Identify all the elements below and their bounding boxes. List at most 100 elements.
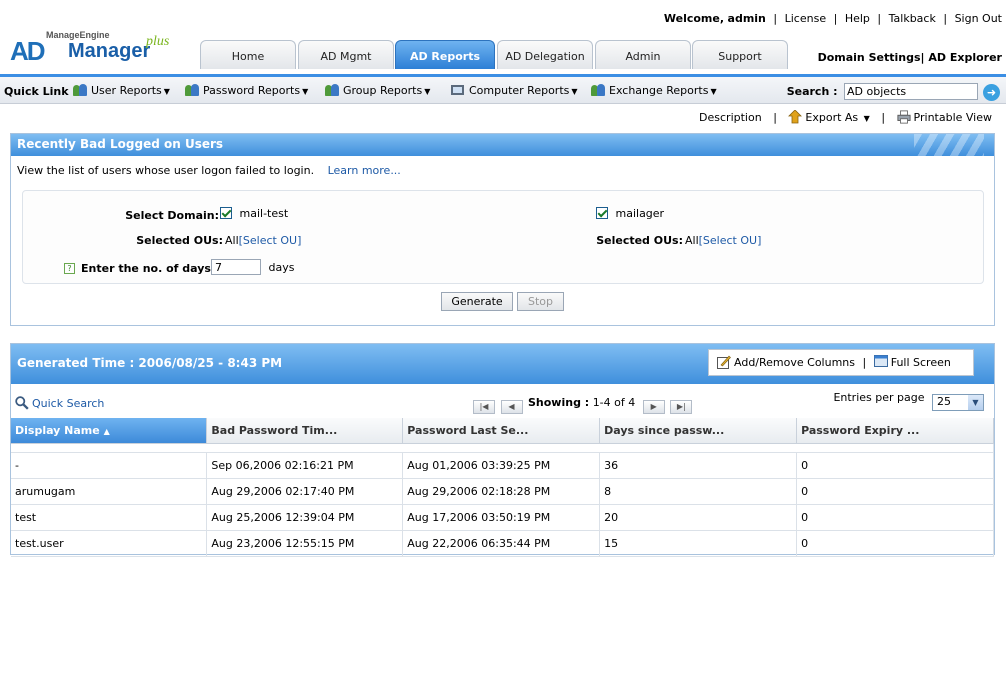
results-title-bar: Generated Time : 2006/08/25 - 8:43 PM Ad… (11, 344, 994, 384)
generate-button[interactable]: Generate (441, 292, 513, 311)
quick-link-label: Quick Link : (4, 85, 77, 98)
selected-ous-value: All[Select OU] (225, 234, 302, 247)
ad-explorer-link[interactable]: AD Explorer (928, 51, 1002, 64)
selected-ous-label: Selected OUs: (136, 234, 223, 247)
dropdown-arrow-icon: ▼ (163, 87, 170, 96)
tab-support[interactable]: Support (692, 40, 788, 69)
last-page-icon[interactable]: ▶| (670, 400, 693, 414)
table-row[interactable]: test.user Aug 23,2006 12:55:15 PM Aug 22… (11, 530, 994, 557)
tab-ad-mgmt[interactable]: AD Mgmt (298, 40, 394, 69)
dropdown-arrow-icon: ▼ (863, 114, 870, 123)
domain-option-mailager[interactable]: mailager (596, 207, 664, 220)
quick-search-link[interactable]: Quick Search (15, 396, 104, 410)
dropdown-arrow-icon: ▼ (710, 87, 717, 96)
results-toolbar: Quick Search |◀ ◀ Showing : 1-4 of 4 ▶ ▶… (11, 386, 994, 418)
full-screen-icon (873, 355, 888, 367)
chevron-down-icon: ▼ (968, 395, 983, 410)
column-tools: Add/Remove Columns | Full Screen (708, 349, 974, 376)
search-input[interactable] (844, 83, 978, 100)
printable-view-link[interactable]: Printable View (896, 110, 992, 124)
quick-link-user-reports[interactable]: User Reports ▼ (72, 83, 170, 101)
search-box: Search : (787, 83, 978, 100)
domain-settings-link[interactable]: Domain Settings (818, 51, 921, 64)
column-display-name[interactable]: Display Name ▲ (11, 418, 208, 444)
column-password-expiry[interactable]: Password Expiry ... (796, 418, 994, 444)
prev-page-icon[interactable]: ◀ (500, 400, 523, 414)
talkback-link[interactable]: Talkback (889, 12, 936, 25)
generated-time: Generated Time : 2006/08/25 - 8:43 PM (17, 356, 283, 370)
description-link[interactable]: Description (699, 111, 762, 124)
admanager-logo[interactable]: ManageEngine AD Manager plus (10, 30, 190, 70)
search-go-icon[interactable]: ➜ (983, 84, 1000, 101)
quick-link-exchange-reports[interactable]: Exchange Reports ▼ (590, 83, 717, 101)
entries-select[interactable]: 25 ▼ (932, 394, 984, 411)
next-page-icon[interactable]: ▶ (642, 400, 665, 414)
showing-range: 1-4 of 4 (592, 396, 636, 409)
select-ou-link[interactable]: [Select OU] (699, 234, 762, 247)
printer-icon (896, 110, 911, 124)
column-password-last-set[interactable]: Password Last Se... (402, 418, 601, 444)
pagination: |◀ ◀ Showing : 1-4 of 4 ▶ ▶| (473, 396, 694, 414)
selected-ous-value: All[Select OU] (685, 234, 762, 247)
tab-home[interactable]: Home (200, 40, 296, 69)
column-bad-password-time[interactable]: Bad Password Tim... (206, 418, 404, 444)
entries-label: Entries per page (833, 391, 925, 404)
domain-option-mail-test[interactable]: mail-test (220, 207, 288, 220)
quick-link-computer-reports[interactable]: Computer Reports ▼ (450, 83, 578, 101)
exchange-icon (590, 83, 606, 97)
computer-icon (450, 83, 466, 97)
product-manager: Manager (68, 40, 151, 62)
report-description: View the list of users whose user logon … (17, 164, 401, 177)
edit-columns-icon (717, 355, 731, 369)
tab-ad-delegation[interactable]: AD Delegation (497, 40, 593, 69)
full-screen-button[interactable]: Full Screen (873, 355, 951, 369)
select-domain-label: Select Domain: (125, 209, 219, 222)
report-actions: Description | Export As ▼ | Printable Vi… (699, 110, 992, 124)
entries-per-page: Entries per page 25 ▼ (833, 391, 984, 411)
license-link[interactable]: License (785, 12, 826, 25)
quick-link-password-reports[interactable]: Password Reports ▼ (184, 83, 308, 101)
product-plus: plus (146, 34, 170, 49)
search-label: Search : (786, 85, 838, 98)
tab-ad-reports[interactable]: AD Reports (395, 40, 495, 69)
days-unit: days (268, 260, 295, 274)
product-ad: AD (10, 36, 46, 66)
app-header: ManageEngine AD Manager plus Welcome, ad… (0, 0, 1006, 74)
days-label: Enter the no. of days : (81, 262, 220, 275)
learn-more-link[interactable]: Learn more... (328, 164, 401, 177)
quick-link-bar: Quick Link : User Reports ▼ Password Repo… (0, 74, 1006, 104)
tab-admin[interactable]: Admin (595, 40, 691, 69)
quick-link-group-reports[interactable]: Group Reports ▼ (324, 83, 430, 101)
domain-checkbox[interactable] (596, 207, 608, 219)
vendor-name: ManageEngine (46, 30, 110, 40)
report-criteria-panel: Recently Bad Logged on Users View the li… (10, 133, 995, 326)
welcome-text: Welcome, (663, 12, 725, 25)
magnifier-icon (15, 396, 29, 410)
domain-checkbox[interactable] (220, 207, 232, 219)
column-days-since-password[interactable]: Days since passw... (599, 418, 798, 444)
sort-asc-icon: ▲ (103, 426, 110, 436)
sign-out-link[interactable]: Sign Out (955, 12, 1002, 25)
password-users-icon (184, 83, 200, 97)
table-row[interactable]: - Sep 06,2006 02:16:21 PM Aug 01,2006 03… (11, 452, 994, 479)
showing-label: Showing : (528, 396, 590, 409)
users-icon (72, 83, 88, 97)
dropdown-arrow-icon: ▼ (571, 87, 578, 96)
criteria-form: Select Domain: mail-test mailager Select… (22, 190, 984, 284)
help-link[interactable]: Help (845, 12, 870, 25)
export-as-menu[interactable]: Export As ▼ (788, 110, 873, 124)
days-help-icon[interactable]: ? (64, 261, 75, 274)
dropdown-arrow-icon: ▼ (302, 87, 309, 96)
table-row[interactable]: arumugam Aug 29,2006 02:17:40 PM Aug 29,… (11, 478, 994, 505)
days-input[interactable] (211, 259, 261, 275)
group-icon (324, 83, 340, 97)
table-row[interactable]: test Aug 25,2006 12:39:04 PM Aug 17,2006… (11, 504, 994, 531)
export-arrow-icon (788, 110, 803, 124)
select-ou-link[interactable]: [Select OU] (239, 234, 302, 247)
dropdown-arrow-icon: ▼ (424, 87, 431, 96)
add-remove-columns-button[interactable]: Add/Remove Columns (717, 355, 859, 369)
first-page-icon[interactable]: |◀ (473, 400, 495, 414)
stop-button[interactable]: Stop (517, 292, 564, 311)
results-table: Display Name ▲ Bad Password Tim... Passw… (11, 418, 994, 557)
selected-ous-label: Selected OUs: (596, 234, 683, 247)
